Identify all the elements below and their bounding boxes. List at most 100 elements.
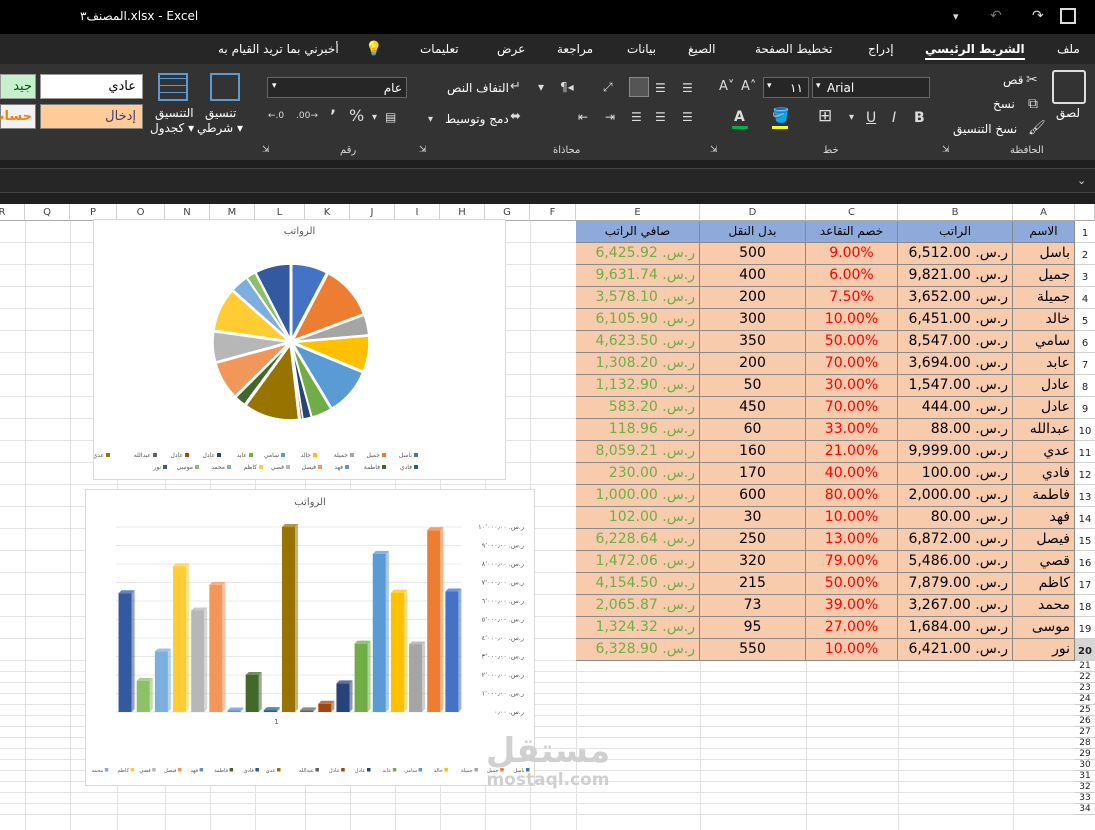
cell-name[interactable]: فهد	[1013, 507, 1075, 529]
row-header[interactable]: 20	[1075, 639, 1095, 661]
bold-icon[interactable]: B	[914, 110, 925, 126]
cell-transport[interactable]: 450	[700, 397, 806, 419]
header-retirement[interactable]: خصم التقاعد	[806, 221, 898, 243]
format-painter-icon[interactable]: 🖌	[1028, 120, 1046, 136]
font-color-icon[interactable]: A	[734, 109, 745, 125]
bar[interactable]	[191, 610, 205, 712]
undo-icon[interactable]: ↶	[990, 8, 1002, 24]
cell-name[interactable]: عابد	[1013, 353, 1075, 375]
bar[interactable]	[427, 530, 441, 712]
tab-data[interactable]: بيانات	[627, 42, 656, 56]
chevron-down-icon[interactable]: ▾	[372, 110, 377, 126]
cell-net[interactable]: ر.س. 1,472.06	[576, 551, 700, 573]
select-all-corner[interactable]	[1075, 204, 1095, 221]
cell-salary[interactable]: ر.س. 3,694.00	[898, 353, 1013, 375]
format-painter-button[interactable]: نسخ التنسيق	[953, 122, 1017, 136]
cell-net[interactable]: ر.س. 2,065.87	[576, 595, 700, 617]
number-format-select[interactable]: عام ▾	[267, 77, 407, 98]
bar[interactable]	[336, 683, 350, 712]
cell-net[interactable]: ر.س. 118.96	[576, 419, 700, 441]
cell-salary[interactable]: ر.س. 100.00	[898, 463, 1013, 485]
cell-salary[interactable]: ر.س. 3,652.00	[898, 287, 1013, 309]
cell-transport[interactable]: 170	[700, 463, 806, 485]
cell-retirement[interactable]: 13.00%	[806, 529, 898, 551]
bar[interactable]	[209, 584, 223, 712]
bar[interactable]	[390, 592, 404, 712]
header-salary[interactable]: الراتب	[898, 221, 1013, 243]
style-good[interactable]: جيد	[0, 74, 36, 99]
column-header-a[interactable]: A	[1013, 204, 1075, 221]
cell-net[interactable]: ر.س. 230.00	[576, 463, 700, 485]
row-header[interactable]: 17	[1075, 573, 1095, 595]
cell-retirement[interactable]: 10.00%	[806, 639, 898, 661]
cell-transport[interactable]: 550	[700, 639, 806, 661]
cell-retirement[interactable]: 6.00%	[806, 265, 898, 287]
row-header[interactable]: 27	[1075, 727, 1095, 738]
bar[interactable]	[281, 527, 296, 712]
cell-salary[interactable]: ر.س. 9,999.00	[898, 441, 1013, 463]
cell-retirement[interactable]: 21.00%	[806, 441, 898, 463]
copy-button[interactable]: نسخ	[993, 97, 1015, 111]
cell-transport[interactable]: 350	[700, 331, 806, 353]
column-header-c[interactable]: C	[806, 204, 898, 221]
bar[interactable]	[227, 710, 241, 712]
wrap-text-icon[interactable]: ↵	[510, 79, 521, 95]
column-header-q[interactable]: Q	[25, 204, 70, 221]
bar[interactable]	[136, 680, 150, 712]
cell-name[interactable]: عدي	[1013, 441, 1075, 463]
column-header-e[interactable]: E	[576, 204, 700, 221]
cell-salary[interactable]: ر.س. 6,512.00	[898, 243, 1013, 265]
chevron-down-icon[interactable]: ▾	[538, 79, 544, 95]
tab-home[interactable]: الشريط الرئيسي	[925, 42, 1025, 60]
cell-retirement[interactable]: 10.00%	[806, 309, 898, 331]
scissors-icon[interactable]: ✂	[1026, 72, 1038, 88]
column-header-d[interactable]: D	[700, 204, 806, 221]
column-header-r[interactable]: R	[0, 204, 25, 221]
cell-transport[interactable]: 30	[700, 507, 806, 529]
cell-name[interactable]: فاطمة	[1013, 485, 1075, 507]
cell-name[interactable]: كاظم	[1013, 573, 1075, 595]
rtl-icon[interactable]: ¶◂	[560, 79, 574, 95]
align-left-icon[interactable]: ☰	[631, 109, 642, 125]
cell-name[interactable]: جميلة	[1013, 287, 1075, 309]
cell-retirement[interactable]: 40.00%	[806, 463, 898, 485]
row-header[interactable]: 15	[1075, 529, 1095, 551]
tab-insert[interactable]: إدراج	[868, 42, 894, 56]
cell-name[interactable]: خالد	[1013, 309, 1075, 331]
align-middle-icon[interactable]	[629, 77, 649, 97]
cell-net[interactable]: ر.س. 1,324.32	[576, 617, 700, 639]
cell-name[interactable]: محمد	[1013, 595, 1075, 617]
cell-name[interactable]: فيصل	[1013, 529, 1075, 551]
row-header[interactable]: 11	[1075, 441, 1095, 463]
cell-name[interactable]: باسل	[1013, 243, 1075, 265]
cell-retirement[interactable]: 70.00%	[806, 353, 898, 375]
bar[interactable]	[300, 710, 314, 712]
bar[interactable]	[263, 710, 277, 712]
cell-net[interactable]: ر.س. 1,000.00	[576, 485, 700, 507]
accounting-format-icon[interactable]: ▤	[385, 109, 396, 125]
header-transport[interactable]: بدل النقل	[700, 221, 806, 243]
cell-salary[interactable]: ر.س. 444.00	[898, 397, 1013, 419]
save-icon[interactable]	[1060, 8, 1076, 24]
row-header[interactable]: 29	[1075, 749, 1095, 760]
dialog-launcher-icon[interactable]: ⇲	[942, 145, 950, 155]
row-header[interactable]: 25	[1075, 705, 1095, 716]
row-header[interactable]: 22	[1075, 672, 1095, 683]
cell-salary[interactable]: ر.س. 9,821.00	[898, 265, 1013, 287]
customize-qat-icon[interactable]: ▾	[953, 9, 959, 25]
align-top-icon[interactable]: ☰	[682, 80, 693, 96]
row-header[interactable]: 16	[1075, 551, 1095, 573]
cell-transport[interactable]: 95	[700, 617, 806, 639]
increase-decimal-icon[interactable]: .00→	[296, 108, 318, 124]
cell-transport[interactable]: 60	[700, 419, 806, 441]
redo-icon[interactable]: ↷	[1032, 8, 1044, 24]
row-header[interactable]: 21	[1075, 661, 1095, 672]
borders-icon[interactable]: ⊞	[818, 108, 832, 125]
row-header[interactable]: 4	[1075, 287, 1095, 309]
cell-salary[interactable]: ر.س. 2,000.00	[898, 485, 1013, 507]
row-header[interactable]: 14	[1075, 507, 1095, 529]
clipboard-icon[interactable]	[1052, 70, 1086, 104]
copy-icon[interactable]: ⧉	[1028, 96, 1038, 112]
tab-view[interactable]: عرض	[497, 42, 525, 56]
cell-net[interactable]: ر.س. 4,154.50	[576, 573, 700, 595]
